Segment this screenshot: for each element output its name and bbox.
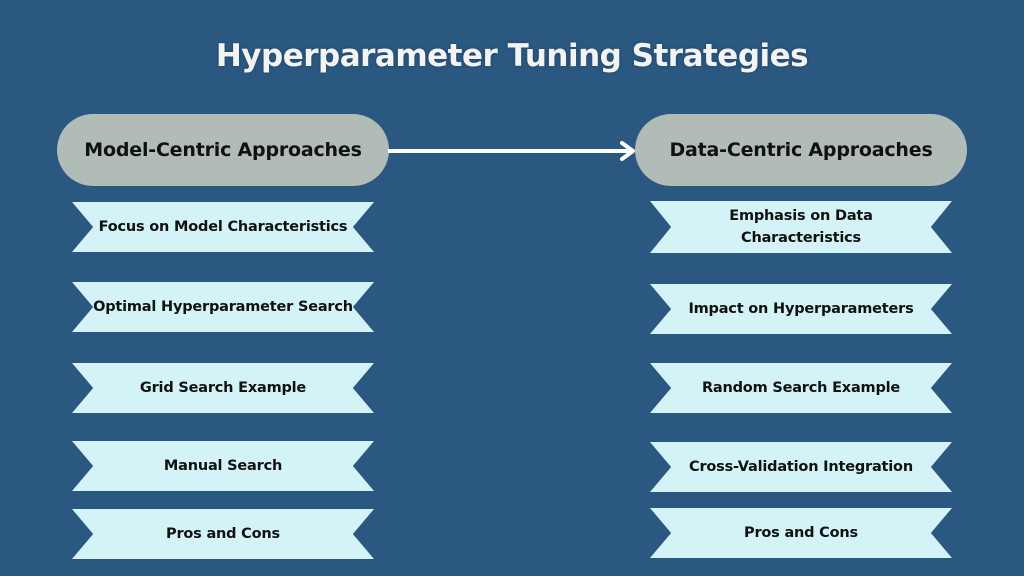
data-centric-header: Data-Centric Approaches	[635, 114, 967, 186]
data-centric-item: Cross-Validation Integration	[650, 442, 952, 492]
ribbon-label: Grid Search Example	[139, 380, 307, 396]
model-centric-header-label: Model-Centric Approaches	[84, 139, 362, 161]
ribbon-label: Manual Search	[163, 458, 283, 474]
data-centric-item: Emphasis on Data Characteristics	[650, 201, 952, 253]
ribbon-label: Pros and Cons	[166, 526, 280, 542]
ribbon-label: Pros and Cons	[744, 525, 858, 541]
model-centric-item: Focus on Model Characteristics	[72, 202, 374, 252]
ribbon-label: Focus on Model Characteristics	[98, 219, 348, 235]
ribbon-label: Cross-Validation Integration	[689, 459, 913, 475]
model-centric-item: Manual Search	[72, 441, 374, 491]
data-centric-item: Random Search Example	[650, 363, 952, 413]
ribbon-label: Emphasis on Data Characteristics	[729, 208, 873, 246]
model-centric-item: Grid Search Example	[72, 363, 374, 413]
ribbon-label: Impact on Hyperparameters	[688, 301, 914, 317]
data-centric-item: Pros and Cons	[650, 508, 952, 558]
diagram-title: Hyperparameter Tuning Strategies	[215, 38, 809, 74]
model-centric-header: Model-Centric Approaches	[57, 114, 389, 186]
data-centric-header-label: Data-Centric Approaches	[669, 139, 933, 161]
data-centric-item: Impact on Hyperparameters	[650, 284, 952, 334]
model-centric-item: Optimal Hyperparameter Search	[72, 282, 374, 332]
model-centric-item: Pros and Cons	[72, 509, 374, 559]
arrow-right-icon	[388, 141, 635, 161]
ribbon-label: Optimal Hyperparameter Search	[93, 299, 353, 315]
ribbon-label: Random Search Example	[701, 380, 901, 396]
